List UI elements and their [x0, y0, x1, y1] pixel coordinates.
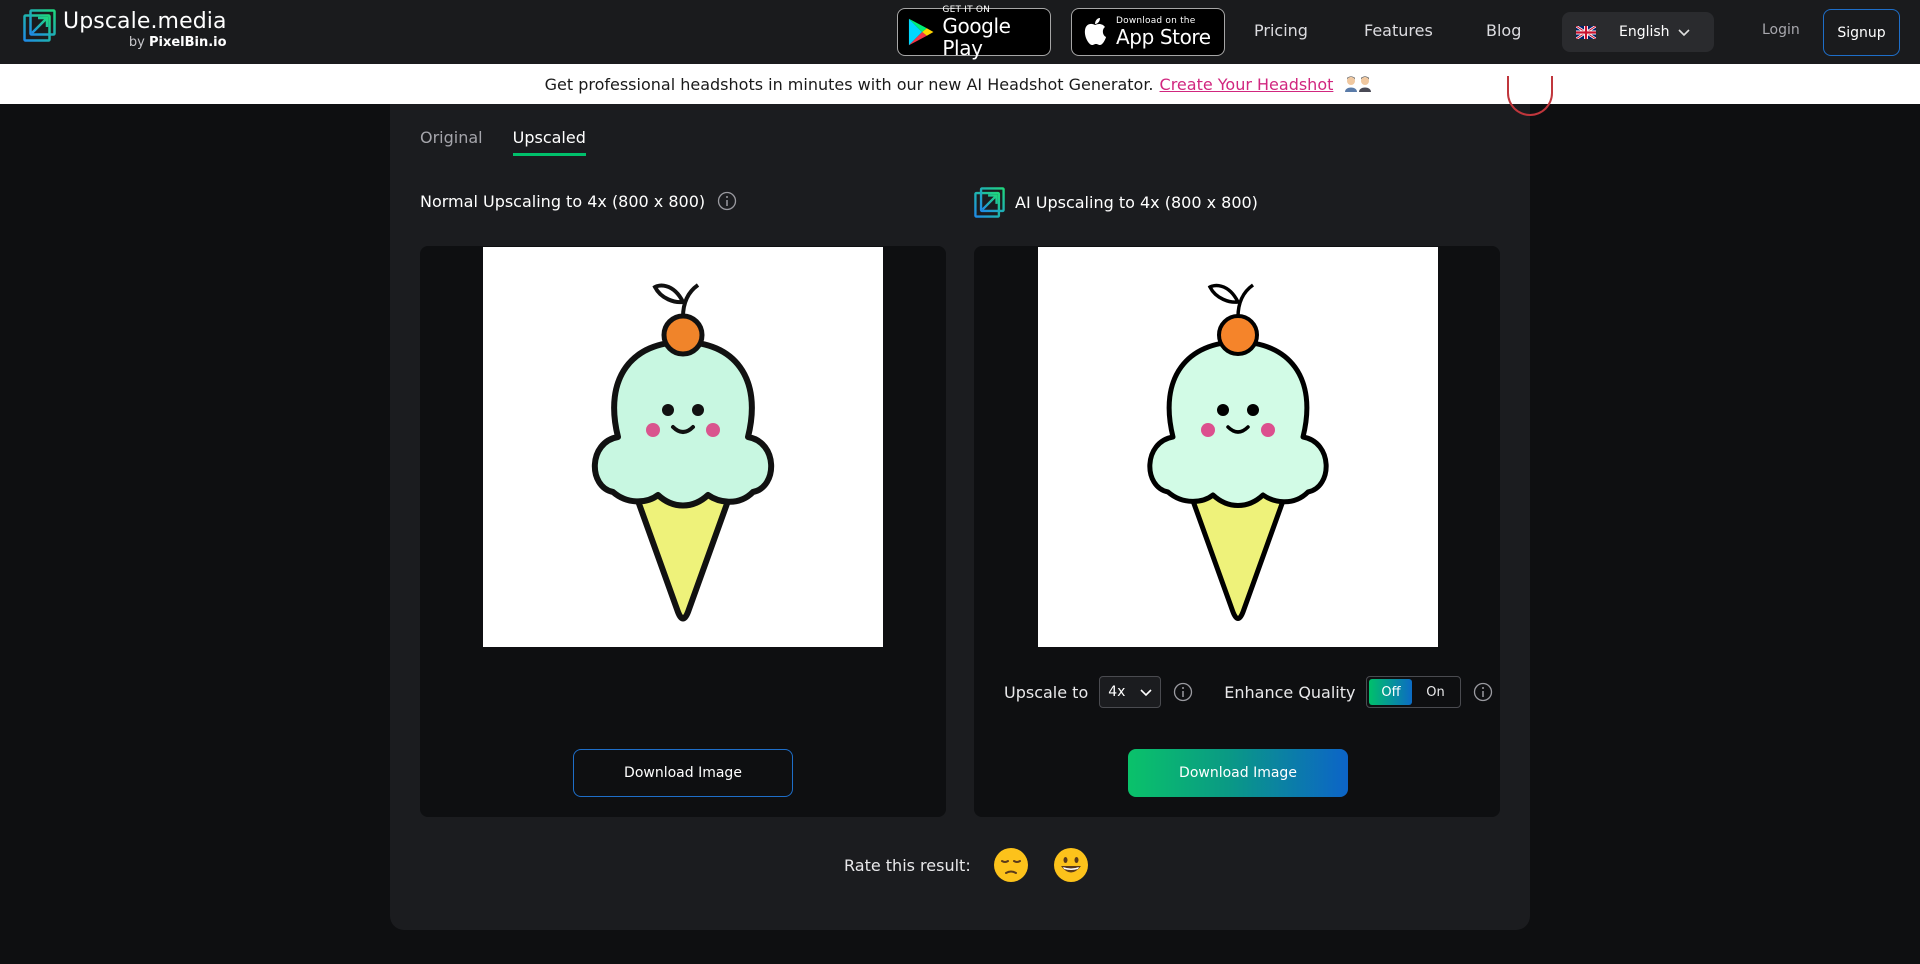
apple-icon — [1084, 18, 1106, 45]
chevron-down-icon — [1140, 689, 1152, 697]
upscale-factor-select[interactable]: 4x — [1099, 676, 1162, 708]
app-store-big-text: App Store — [1116, 25, 1211, 49]
toggle-on-option[interactable]: On — [1412, 685, 1458, 700]
promo-banner: Get professional headshots in minutes wi… — [0, 64, 1920, 104]
toggle-off-option[interactable]: Off — [1369, 679, 1413, 705]
top-navbar: Upscale.media by PixelBin.io GET IT ON G… — [0, 0, 1920, 64]
tab-upscaled[interactable]: Upscaled — [512, 128, 586, 156]
upscale-factor-value: 4x — [1108, 684, 1126, 700]
logo-icon — [23, 9, 56, 42]
upscale-controls: Upscale to 4x Enhance Quality Off On — [1004, 676, 1493, 708]
ice-cream-illustration-icon — [591, 283, 775, 622]
sad-face-icon[interactable] — [993, 847, 1029, 883]
info-icon[interactable] — [1173, 682, 1193, 702]
download-normal-button[interactable]: Download Image — [573, 749, 793, 797]
nav-pricing[interactable]: Pricing — [1254, 20, 1308, 42]
language-label: English — [1619, 24, 1670, 40]
app-store-badge[interactable]: Download on the App Store — [1071, 8, 1225, 56]
normal-upscaled-image — [483, 247, 883, 647]
ai-upscaling-title: AI Upscaling to 4x (800 x 800) — [974, 187, 1258, 218]
headshot-people-icon — [1343, 75, 1375, 93]
chevron-down-icon — [1678, 29, 1690, 37]
language-selector[interactable]: English — [1562, 12, 1714, 52]
ai-upscale-icon — [974, 187, 1005, 218]
logo-byline: by PixelBin.io — [63, 35, 227, 50]
ice-cream-illustration-icon — [1147, 283, 1329, 621]
tab-original[interactable]: Original — [420, 128, 483, 156]
rating-label: Rate this result: — [844, 855, 971, 875]
upscale-media-logo[interactable]: Upscale.media by PixelBin.io — [23, 9, 227, 53]
login-link[interactable]: Login — [1762, 22, 1800, 38]
normal-upscaling-title: Normal Upscaling to 4x (800 x 800) — [420, 191, 737, 211]
google-play-badge[interactable]: GET IT ON Google Play — [897, 5, 1051, 60]
google-play-icon — [908, 18, 934, 46]
logo-name: Upscale.media — [63, 9, 227, 34]
promo-banner-text: Get professional headshots in minutes wi… — [544, 74, 1154, 94]
create-headshot-link[interactable]: Create Your Headshot — [1160, 75, 1334, 94]
normal-upscaling-title-text: Normal Upscaling to 4x (800 x 800) — [420, 191, 706, 211]
nav-features[interactable]: Features — [1364, 20, 1433, 42]
info-icon[interactable] — [1473, 682, 1493, 702]
signup-button[interactable]: Signup — [1823, 9, 1900, 56]
nav-blog[interactable]: Blog — [1486, 20, 1521, 42]
ai-upscaled-image — [1038, 247, 1438, 647]
ai-upscaling-title-text: AI Upscaling to 4x (800 x 800) — [1015, 193, 1258, 212]
upscale-to-label: Upscale to — [1004, 682, 1089, 702]
uk-flag-icon — [1576, 25, 1596, 39]
google-play-big-text: Google Play — [942, 14, 1011, 60]
logo-by-brand: PixelBin.io — [148, 35, 227, 50]
enhance-quality-toggle[interactable]: Off On — [1366, 676, 1462, 708]
enhance-quality-label: Enhance Quality — [1224, 682, 1356, 702]
download-ai-button[interactable]: Download Image — [1128, 749, 1348, 797]
rating-row: Rate this result: — [844, 847, 1113, 883]
info-icon[interactable] — [717, 191, 737, 211]
close-icon[interactable] — [1507, 76, 1553, 116]
view-tabs: Original Upscaled — [420, 128, 616, 156]
logo-by-prefix: by — [128, 35, 145, 50]
happy-face-icon[interactable] — [1053, 847, 1089, 883]
